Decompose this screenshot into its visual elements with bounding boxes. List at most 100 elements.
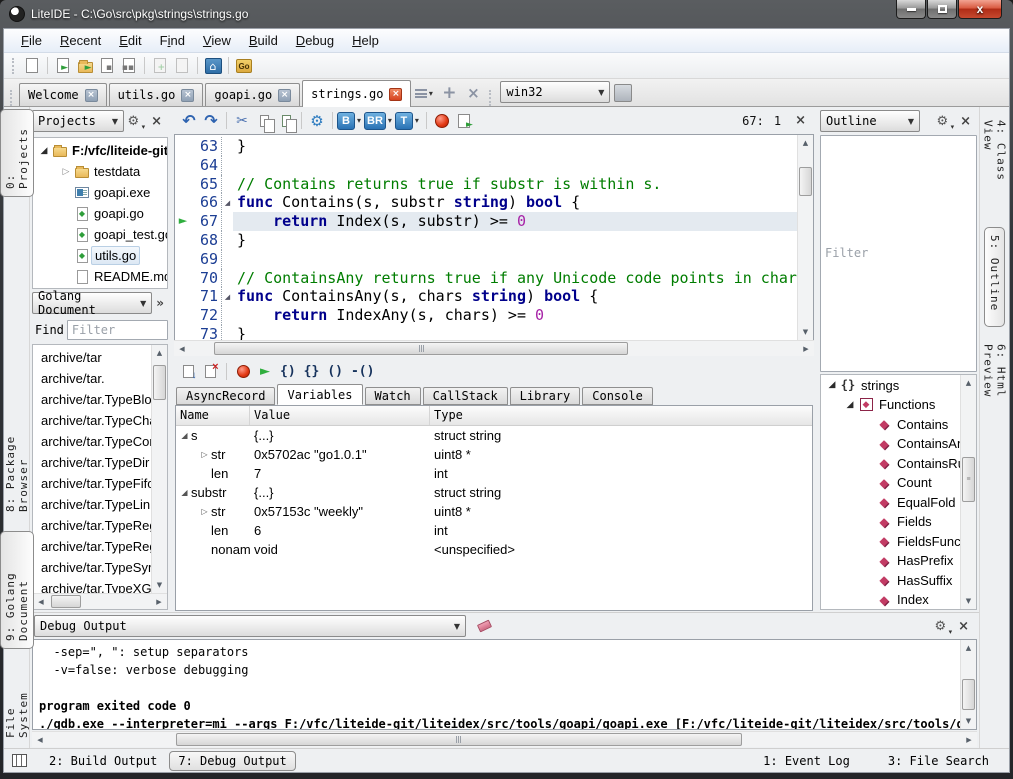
code-line-69[interactable]: 69 <box>175 250 797 269</box>
scroll-thumb[interactable] <box>214 342 627 355</box>
tree-item-f-vfc-liteide-git[interactable]: ◢F:/vfc/liteide-git <box>33 140 167 161</box>
variable-row[interactable]: len6int <box>176 521 812 540</box>
outline-filter-input[interactable] <box>820 135 977 372</box>
step-over-button[interactable]: {} <box>301 364 323 379</box>
clear-output-icon[interactable] <box>477 620 492 633</box>
close-all-tabs-button[interactable]: × <box>461 82 485 104</box>
line-number[interactable]: 63 <box>191 137 221 156</box>
variable-row[interactable]: ▷str0x57153c "weekly"uint8 * <box>176 502 812 521</box>
new-file-button[interactable] <box>21 56 43 76</box>
editor-vscrollbar[interactable]: ▲ ▼ <box>797 135 813 340</box>
stop-button[interactable] <box>233 362 253 380</box>
undo-button[interactable]: ↶ <box>178 111 200 131</box>
minimize-button[interactable] <box>896 0 926 19</box>
tab-list-button[interactable]: ▾ <box>413 82 437 104</box>
save-file-button[interactable]: ▪ <box>96 56 118 76</box>
line-number[interactable]: 73 <box>191 325 221 340</box>
copy-button[interactable] <box>253 111 275 131</box>
build-run-button[interactable]: BR <box>364 112 386 130</box>
close-panel-icon[interactable]: × <box>151 114 162 129</box>
doc-list-vscrollbar[interactable]: ▲ ▼ <box>151 345 167 593</box>
scroll-left-icon[interactable]: ◀ <box>32 732 48 747</box>
tree-item-goapi_test-go[interactable]: goapi_test.go <box>33 224 167 245</box>
scroll-left-icon[interactable]: ◀ <box>174 341 190 356</box>
status-7-debug-output[interactable]: 7: Debug Output <box>169 751 295 771</box>
tab-close-icon[interactable]: × <box>85 89 98 102</box>
list-item[interactable]: archive/tar <box>41 347 151 368</box>
step-into-button[interactable]: {) <box>277 364 299 379</box>
expander-icon[interactable]: ▷ <box>59 167 73 177</box>
env-selector[interactable]: win32 ▼ <box>500 81 610 103</box>
scroll-right-icon[interactable]: ▶ <box>961 732 977 747</box>
output-selector[interactable]: Debug Output ▼ <box>34 615 466 637</box>
dock-tab-6-html-preview[interactable]: 6: Html Preview <box>979 337 1011 465</box>
fold-marker-icon[interactable]: ◢ <box>221 193 233 212</box>
outline-item-equalfold[interactable]: ◆EqualFold <box>821 493 960 513</box>
column-header-type[interactable]: Type <box>430 406 812 425</box>
outline-vscrollbar[interactable]: ▲ ≡ ▼ <box>960 375 976 610</box>
tree-item-readme-md[interactable]: README.md <box>33 266 167 287</box>
scroll-thumb[interactable] <box>176 733 742 746</box>
code-text[interactable]: return IndexAny(s, chars) >= 0 <box>233 306 797 325</box>
cut-button[interactable]: ✂ <box>231 111 253 131</box>
dock-tab-0-projects[interactable]: 0: Projects <box>0 109 34 197</box>
variable-row[interactable]: nonamevoid<unspecified> <box>176 540 812 559</box>
doc-list-hscrollbar[interactable]: ◀ ▶ <box>33 593 167 609</box>
list-item[interactable]: archive/tar. <box>41 368 151 389</box>
remove-breakpoint-button[interactable] <box>200 362 220 380</box>
menu-item-view[interactable]: View <box>194 30 240 51</box>
env-grip[interactable] <box>489 90 494 106</box>
projects-selector[interactable]: Projects ▼ <box>32 110 124 132</box>
doc-filter-input[interactable] <box>67 320 168 340</box>
layout-columns-icon[interactable] <box>12 754 27 767</box>
outline-item-fields[interactable]: ◆Fields <box>821 512 960 532</box>
doc-selector[interactable]: Golang Document ▼ <box>32 292 152 314</box>
outline-selector[interactable]: Outline ▼ <box>820 110 920 132</box>
dock-tab-8-package-browser[interactable]: 8: Package Browser <box>1 395 33 519</box>
fold-marker-icon[interactable]: ◢ <box>221 287 233 306</box>
list-item[interactable]: archive/tar.TypeDir <box>41 452 151 473</box>
line-number[interactable]: 69 <box>191 250 221 269</box>
scroll-thumb[interactable] <box>153 365 166 400</box>
column-header-name[interactable]: Name <box>176 406 250 425</box>
tab-welcome[interactable]: Welcome× <box>19 83 107 106</box>
code-line-64[interactable]: 64 <box>175 156 797 175</box>
line-number[interactable]: 72 <box>191 306 221 325</box>
line-number[interactable]: 68 <box>191 231 221 250</box>
scroll-up-icon[interactable]: ▲ <box>798 135 813 151</box>
code-text[interactable]: func Contains(s, substr string) bool { <box>233 193 797 212</box>
list-item[interactable]: archive/tar.TypeChar <box>41 410 151 431</box>
insert-breakpoint-button[interactable] <box>178 362 198 380</box>
tree-item-goapi-go[interactable]: goapi.go <box>33 203 167 224</box>
titlebar[interactable]: LiteIDE - C:\Go\src\pkg\strings\strings.… <box>3 0 1010 28</box>
outline-item-hassuffix[interactable]: ◆HasSuffix <box>821 571 960 591</box>
gear-icon[interactable]: ⚙ <box>934 619 946 634</box>
scroll-thumb[interactable] <box>51 595 81 608</box>
new-tab-button[interactable]: + <box>437 82 461 104</box>
scroll-up-icon[interactable]: ▲ <box>961 640 976 656</box>
scroll-left-icon[interactable]: ◀ <box>33 594 49 609</box>
toolbar-grip[interactable] <box>12 58 17 74</box>
outline-item-containsany[interactable]: ◆ContainsAny <box>821 434 960 454</box>
close-panel-icon[interactable]: × <box>958 619 969 634</box>
code-text[interactable]: } <box>233 325 797 340</box>
build-config-button[interactable]: ⚙ <box>306 111 328 131</box>
status-1-event-log[interactable]: 1: Event Log <box>755 752 858 770</box>
code-line-71[interactable]: 71◢func ContainsAny(s, chars string) boo… <box>175 287 797 306</box>
variable-row[interactable]: ▷str0x5702ac "go1.0.1"uint8 * <box>176 445 812 464</box>
debug-tab-callstack[interactable]: CallStack <box>423 387 508 405</box>
code-text[interactable]: } <box>233 137 797 156</box>
tab-utils-go[interactable]: utils.go× <box>109 83 204 106</box>
variable-row[interactable]: ◢s{...}struct string <box>176 426 812 445</box>
line-number[interactable]: 71 <box>191 287 221 306</box>
code-line-65[interactable]: 65// Contains returns true if substr is … <box>175 175 797 194</box>
scroll-down-icon[interactable]: ▼ <box>152 577 167 593</box>
code-editor[interactable]: 63}6465// Contains returns true if subst… <box>174 134 814 340</box>
close-editor-icon[interactable]: × <box>791 113 810 128</box>
output-vscrollbar[interactable]: ▲ ▼ <box>960 640 976 729</box>
code-text[interactable]: // ContainsAny returns true if any Unico… <box>233 269 797 288</box>
debug-tab-watch[interactable]: Watch <box>365 387 421 405</box>
open-file-button[interactable]: ► <box>52 56 74 76</box>
paste-button[interactable] <box>275 111 297 131</box>
menu-item-recent[interactable]: Recent <box>51 30 110 51</box>
